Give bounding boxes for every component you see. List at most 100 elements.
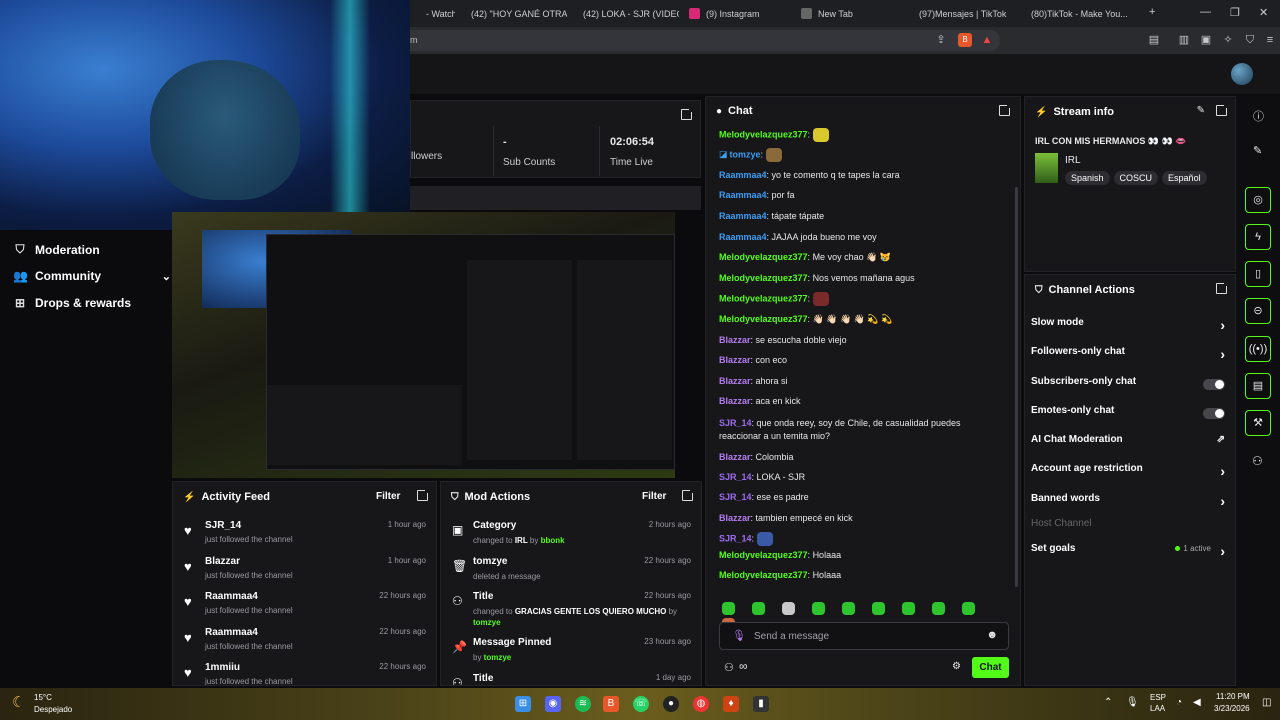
chat-username[interactable]: Blazzar xyxy=(719,452,751,462)
chat-message[interactable]: Blazzar: se escucha doble viejo xyxy=(719,334,1004,347)
brave-shield-icon[interactable]: B xyxy=(958,33,972,47)
chat-message[interactable]: Melodyvelazquez377: xyxy=(719,128,1004,142)
pencil-icon[interactable]: ✎ xyxy=(1253,144,1262,157)
edit-icon[interactable]: ✎ xyxy=(1197,105,1205,116)
chat-username[interactable]: Melodyvelazquez377 xyxy=(719,273,808,283)
document-icon[interactable]: ▯ xyxy=(1245,261,1271,287)
browser-tab[interactable]: - Watch xyxy=(410,0,455,27)
channel-action-emotes-only-chat[interactable]: Emotes-only chat xyxy=(1031,405,1225,427)
chat-username[interactable]: Raammaa4 xyxy=(719,232,767,242)
chat-username[interactable]: Melodyvelazquez377 xyxy=(719,129,808,139)
channel-action-subscribers-only-chat[interactable]: Subscribers-only chat xyxy=(1031,376,1225,398)
emote-image[interactable] xyxy=(756,532,773,546)
emote-image[interactable] xyxy=(812,128,829,142)
leo-icon[interactable]: ✧ xyxy=(1221,33,1235,47)
chat-message[interactable]: SJR_14: ese es padre xyxy=(719,491,1004,504)
expand-icon[interactable] xyxy=(1216,103,1229,116)
chat-message[interactable]: Blazzar: aca en kick xyxy=(719,395,1004,408)
detail-user-link[interactable]: tomzye xyxy=(473,618,501,627)
channel-action-banned-words[interactable]: Banned words › xyxy=(1031,493,1225,515)
target-icon[interactable]: ◎ xyxy=(1245,187,1271,213)
mod-action-item[interactable]: ⚇ Title 22 hours ago changed to GRACIAS GEN… xyxy=(441,587,701,631)
chat-message[interactable]: SJR_14: LOKA - SJR xyxy=(719,471,1004,484)
share-icon[interactable]: ⇪ xyxy=(934,33,948,47)
activity-item[interactable]: ♥ SJR_14 just followed the channel 1 hour a… xyxy=(173,516,436,552)
chat-username[interactable]: Melodyvelazquez377 xyxy=(719,570,808,580)
info-icon[interactable]: ⓘ xyxy=(1253,108,1264,124)
volume-icon[interactable]: ◀ xyxy=(1193,697,1201,708)
layout-icon[interactable]: ▤ xyxy=(1245,373,1271,399)
browser-tab[interactable]: New Tab xyxy=(791,0,903,27)
expand-icon[interactable] xyxy=(417,488,430,501)
chat-username[interactable]: Melodyvelazquez377 xyxy=(719,550,808,560)
minimize-icon[interactable]: — xyxy=(1200,6,1211,18)
chat-username[interactable]: Blazzar xyxy=(719,335,751,345)
stream-tag[interactable]: COSCU xyxy=(1113,171,1159,185)
chat-scrollbar[interactable] xyxy=(1015,187,1018,587)
language-layout[interactable]: LAA xyxy=(1150,704,1165,713)
chat-message[interactable]: SJR_14: xyxy=(719,532,1004,546)
chat-message[interactable]: Raammaa4: yo te comento q te tapes la ca… xyxy=(719,169,1004,182)
language-code[interactable]: ESP xyxy=(1150,693,1166,702)
chat-message[interactable]: Raammaa4: por fa xyxy=(719,189,1004,202)
browser-tab[interactable]: (97)Mensajes | TikTok xyxy=(903,0,1015,27)
broadcast-icon[interactable]: ((•)) xyxy=(1245,336,1271,362)
chat-message[interactable]: Melodyvelazquez377: xyxy=(719,292,1004,306)
chat-message[interactable]: Raammaa4: JAJAA joda bueno me voy xyxy=(719,231,1004,244)
browser-tab[interactable]: (9) Instagram xyxy=(679,0,791,27)
channel-action-set-goals[interactable]: Set goals 1 active › xyxy=(1031,543,1225,565)
maximize-icon[interactable]: ❐ xyxy=(1230,6,1240,19)
gear-icon[interactable]: ⚙ xyxy=(952,661,961,672)
microphone-icon[interactable]: 🎙 xyxy=(1126,697,1139,708)
detail-user-link[interactable]: bbonk xyxy=(541,536,565,545)
browser-tab[interactable]: (42) LOKA - SJR (VIDEO... xyxy=(567,0,679,27)
sidebar-item-moderation[interactable]: ⛉ Moderation xyxy=(13,242,99,257)
app-icon[interactable]: ▮ xyxy=(753,696,769,712)
wifi-icon[interactable]: ◔ xyxy=(1176,697,1182,708)
toggle-switch[interactable] xyxy=(1203,379,1225,390)
filter-button[interactable]: Filter xyxy=(642,491,666,502)
url-field[interactable]: m xyxy=(410,30,1000,51)
vpn-icon[interactable]: ⛉ xyxy=(1243,33,1257,47)
chrome-icon[interactable]: ◍ xyxy=(693,696,709,712)
user-avatar[interactable] xyxy=(1231,63,1253,85)
browser-tab[interactable]: (42) "HOY GANÉ OTRA... xyxy=(455,0,567,27)
channel-action-slow-mode[interactable]: Slow mode › xyxy=(1031,317,1225,339)
chat-username[interactable]: SJR_14 xyxy=(719,472,752,482)
emote-image[interactable] xyxy=(765,148,782,162)
chat-message[interactable]: Melodyvelazquez377: Holaaa xyxy=(719,549,1004,562)
channel-action-ai-chat-moderation[interactable]: AI Chat Moderation ⇗ xyxy=(1031,434,1225,456)
community-icon[interactable]: ⚇ xyxy=(724,661,734,674)
chat-username[interactable]: Raammaa4 xyxy=(719,190,767,200)
infinity-icon[interactable]: ∞ xyxy=(739,659,748,673)
channel-action-account-age-restriction[interactable]: Account age restriction › xyxy=(1031,463,1225,485)
stream-tag[interactable]: Spanish xyxy=(1065,171,1110,185)
rewards-icon[interactable]: ▲ xyxy=(980,33,994,47)
category-thumbnail[interactable] xyxy=(1035,153,1058,183)
chat-message[interactable]: Blazzar: Colombia xyxy=(719,451,1004,464)
stream-preview[interactable] xyxy=(172,212,675,478)
filter-button[interactable]: Filter xyxy=(376,491,400,502)
channel-action-followers-only-chat[interactable]: Followers-only chat › xyxy=(1031,346,1225,368)
activity-item[interactable]: ♥ 1mmiiu just followed the channel 22 hours… xyxy=(173,658,436,685)
chat-message[interactable]: Melodyvelazquez377: 👋🏻 👋🏻 👋🏻 👋🏻 💫 💫 xyxy=(719,313,1004,326)
chat-username[interactable]: tomzye xyxy=(730,149,761,159)
wallet-icon[interactable]: ▣ xyxy=(1199,33,1213,47)
bolt-icon[interactable]: ϟ xyxy=(1245,224,1271,250)
chat-input[interactable]: 🎙 Send a message ☻ xyxy=(719,622,1009,650)
browser-tab[interactable]: (80)TikTok - Make You... xyxy=(1015,0,1127,27)
community-icon[interactable]: ⚇ xyxy=(1252,454,1263,468)
wrench-icon[interactable]: ⚒ xyxy=(1245,410,1271,436)
emote-image[interactable] xyxy=(812,292,829,306)
chat-message[interactable]: Melodyvelazquez377: Holaaa xyxy=(719,569,1004,582)
sidebar-item-drops[interactable]: ⊞ Drops & rewards xyxy=(13,296,131,310)
brave-icon[interactable]: B xyxy=(603,696,619,712)
activity-item[interactable]: ♥ Blazzar just followed the channel 1 hour … xyxy=(173,552,436,588)
chat-message[interactable]: SJR_14: que onda reey, soy de Chile, de … xyxy=(719,417,1004,443)
chat-icon[interactable]: ⊝ xyxy=(1245,298,1271,324)
chat-message[interactable]: Blazzar: tambien empecé en kick xyxy=(719,512,1004,525)
toggle-switch[interactable] xyxy=(1203,408,1225,419)
expand-icon[interactable] xyxy=(1216,281,1229,294)
chat-username[interactable]: Melodyvelazquez377 xyxy=(719,252,808,262)
chat-username[interactable]: Melodyvelazquez377 xyxy=(719,314,808,324)
